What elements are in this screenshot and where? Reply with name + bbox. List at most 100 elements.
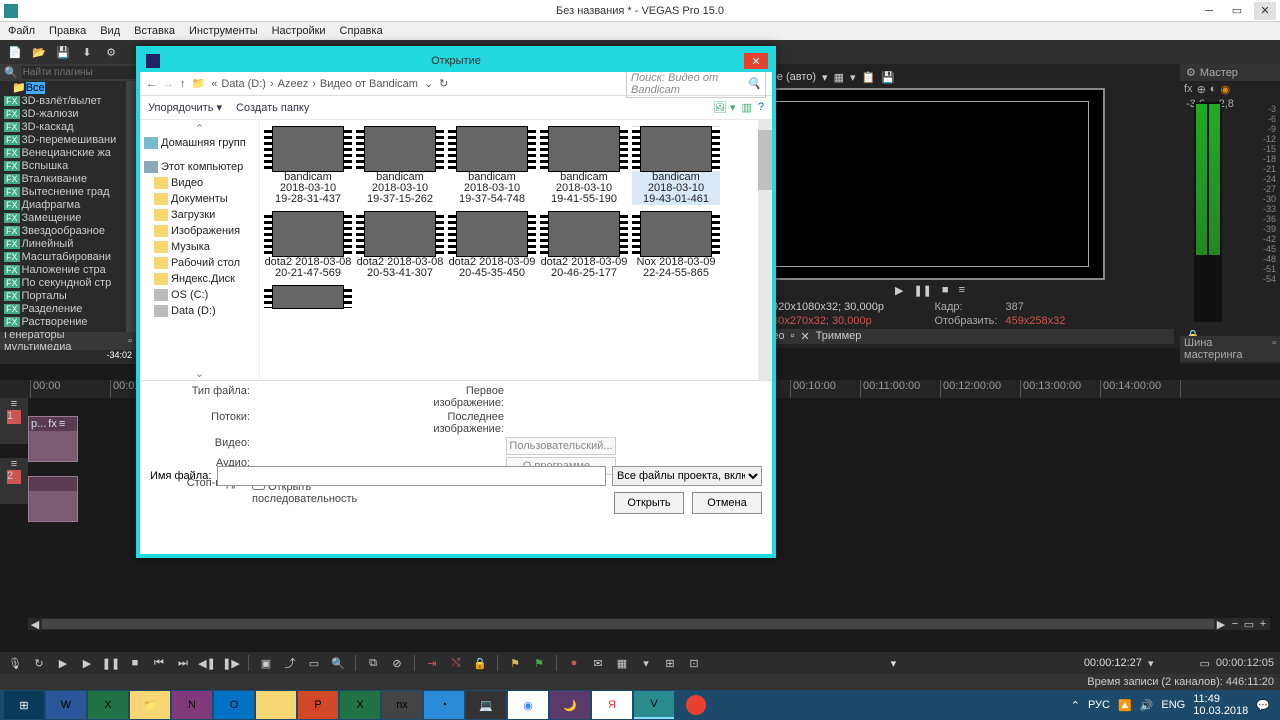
taskbar-app-purple[interactable]: 🌙 — [550, 691, 590, 719]
close-button[interactable]: ✕ — [1254, 2, 1276, 20]
tray-safe-icon[interactable]: 🔼 — [1118, 699, 1132, 712]
marker-icon[interactable]: ⚑ — [506, 654, 524, 672]
fx-item[interactable]: FXВенецианские жа — [0, 146, 136, 159]
menu-edit[interactable]: Правка — [49, 25, 86, 37]
new-folder-button[interactable]: Создать папку — [236, 102, 309, 114]
fx-item[interactable]: FXДиафрагма — [0, 198, 136, 211]
play-icon[interactable]: ▶ — [895, 284, 903, 297]
play-icon[interactable]: ▶ — [78, 654, 96, 672]
taskbar-yandex[interactable]: Я — [592, 691, 632, 719]
system-tray[interactable]: ⌃ РУС 🔼 🔊 ENG 11:4910.03.2018 💬 — [1071, 693, 1276, 717]
tray-vol-icon[interactable]: 🔊 — [1140, 699, 1154, 712]
tool-a-icon[interactable]: ● — [565, 654, 583, 672]
fx-item[interactable]: FXМасштабировани — [0, 250, 136, 263]
fx-item[interactable]: FXЗамещение — [0, 211, 136, 224]
prev-frame-icon[interactable]: ◀❚ — [198, 654, 216, 672]
cc-icon[interactable]: ▭ — [1199, 657, 1209, 670]
view-mode-icon[interactable]: 🖼 ▾ — [713, 101, 736, 114]
insert-icon[interactable]: ⊕ — [1197, 83, 1206, 96]
zoom-icon[interactable]: 🔍 — [329, 654, 347, 672]
tray-clock[interactable]: 11:4910.03.2018 — [1193, 693, 1248, 717]
file-item[interactable]: dota2 2018-03-0820-53-41-307 — [356, 211, 444, 279]
file-item[interactable]: bandicam2018-03-1019-43-01-461 — [632, 126, 720, 205]
ignore-icon[interactable]: ⊘ — [388, 654, 406, 672]
menu-help[interactable]: Справка — [340, 25, 383, 37]
fx-item[interactable]: FXВталкивание — [0, 172, 136, 185]
fx-item[interactable]: FXВытеснение град — [0, 185, 136, 198]
go-end-icon[interactable]: ⏭ — [174, 654, 192, 672]
menu-tools[interactable]: Инструменты — [189, 25, 258, 37]
taskbar-app-yellow[interactable] — [256, 691, 296, 719]
loop-icon[interactable]: ↻ — [30, 654, 48, 672]
auto-ripple-icon[interactable]: ⇥ — [423, 654, 441, 672]
taskbar-explorer[interactable]: 📁 — [130, 691, 170, 719]
tool-e-icon[interactable]: ⊞ — [661, 654, 679, 672]
tray-notif-icon[interactable]: 💬 — [1256, 699, 1270, 712]
tree-item[interactable]: Загрузки — [144, 207, 255, 223]
taskbar-outlook[interactable]: O — [214, 691, 254, 719]
file-item[interactable] — [264, 285, 352, 309]
tree-item[interactable]: Рабочий стол — [144, 255, 255, 271]
folder-tree[interactable]: ⌃ Домашняя групп Этот компьютер ВидеоДок… — [140, 120, 260, 380]
track-header-1[interactable]: ≡1 — [0, 398, 28, 444]
tray-lang[interactable]: РУС — [1088, 699, 1110, 711]
start-button[interactable]: ⊞ — [4, 691, 44, 719]
fx-item[interactable]: FXНаложение стра — [0, 263, 136, 276]
minimize-button[interactable]: ─ — [1198, 2, 1220, 20]
fx-item[interactable]: FXРазделение — [0, 302, 136, 315]
tree-item[interactable]: Изображения — [144, 223, 255, 239]
save-frame-icon[interactable]: 💾 — [881, 71, 895, 84]
file-grid[interactable]: bandicam2018-03-1019-28-31-437bandicam20… — [260, 120, 772, 380]
fx-item[interactable]: FX3D-жалюзи — [0, 107, 136, 120]
organize-button[interactable]: Упорядочить ▾ — [148, 101, 222, 114]
render-icon[interactable]: ⬇ — [78, 43, 96, 61]
fx-item[interactable]: FXПорталы — [0, 289, 136, 302]
fx-item[interactable]: FXЛинейный — [0, 237, 136, 250]
panel-btn-icon[interactable]: ▫ — [791, 330, 795, 343]
tree-item[interactable]: Музыка — [144, 239, 255, 255]
dialog-close-button[interactable]: ✕ — [744, 53, 768, 69]
taskbar-vegas[interactable]: V — [634, 691, 674, 719]
trimmer-tab[interactable]: Триммер — [816, 330, 862, 343]
breadcrumb[interactable]: « Data (D:) › Azeez › Видео от Bandicam — [211, 78, 418, 90]
custom-button[interactable]: Пользовательский... — [506, 437, 616, 455]
envelope-icon[interactable]: ⤴ — [281, 654, 299, 672]
snap-icon[interactable]: ⧉ — [364, 654, 382, 672]
fx-item[interactable]: FX3D-взлёт/вылет — [0, 94, 136, 107]
properties-icon[interactable]: ⚙ — [102, 43, 120, 61]
tray-kbd[interactable]: ENG — [1161, 699, 1185, 711]
menu-icon[interactable]: ≡ — [959, 284, 965, 297]
taskbar-powerpoint[interactable]: P — [298, 691, 338, 719]
dialog-search-input[interactable]: Поиск: Видео от Bandicam🔍 — [626, 70, 766, 98]
fx-item[interactable]: FXЗвездообразное — [0, 224, 136, 237]
menu-file[interactable]: Файл — [8, 25, 35, 37]
open-icon[interactable]: 📂 — [30, 43, 48, 61]
fx-item[interactable]: FX3D-перемешивани — [0, 133, 136, 146]
play-start-icon[interactable]: ▶ — [54, 654, 72, 672]
fx-all-node[interactable]: Все — [26, 82, 45, 94]
file-item[interactable]: Nox 2018-03-0922-24-55-865 — [632, 211, 720, 279]
file-item[interactable]: dota2 2018-03-0920-45-35-450 — [448, 211, 536, 279]
pause-icon[interactable]: ❚❚ — [102, 654, 120, 672]
track-header-2[interactable]: ≡2 — [0, 458, 28, 504]
menu-view[interactable]: Вид — [100, 25, 120, 37]
fx-item[interactable]: FXРастворение — [0, 315, 136, 328]
taskbar-app-blue[interactable]: ◔ — [424, 691, 464, 719]
file-item[interactable]: dota2 2018-03-0920-46-25-177 — [540, 211, 628, 279]
pause-icon[interactable]: ❚❚ — [913, 284, 931, 297]
file-item[interactable]: bandicam2018-03-1019-41-55-190 — [540, 126, 628, 205]
tray-up-icon[interactable]: ⌃ — [1071, 699, 1080, 712]
video-clip-2[interactable] — [28, 476, 78, 522]
nav-back-icon[interactable]: ← — [146, 78, 157, 90]
automation-icon[interactable]: ◐ — [1210, 83, 1217, 96]
taskbar-word[interactable]: W — [46, 691, 86, 719]
tree-item[interactable]: Data (D:) — [144, 303, 255, 319]
tool-f-icon[interactable]: ⊡ — [685, 654, 703, 672]
gear-icon[interactable]: ⚙ — [1186, 66, 1196, 79]
refresh-icon[interactable]: ↻ — [439, 77, 448, 90]
taskbar-excel[interactable]: X — [88, 691, 128, 719]
grid-icon[interactable]: ▦ — [834, 71, 844, 84]
tree-item[interactable]: OS (C:) — [144, 287, 255, 303]
fx-chain-icon[interactable]: fx — [1184, 83, 1193, 96]
timeline-scrollbar[interactable]: ◀▶−▭+ — [28, 618, 1270, 630]
